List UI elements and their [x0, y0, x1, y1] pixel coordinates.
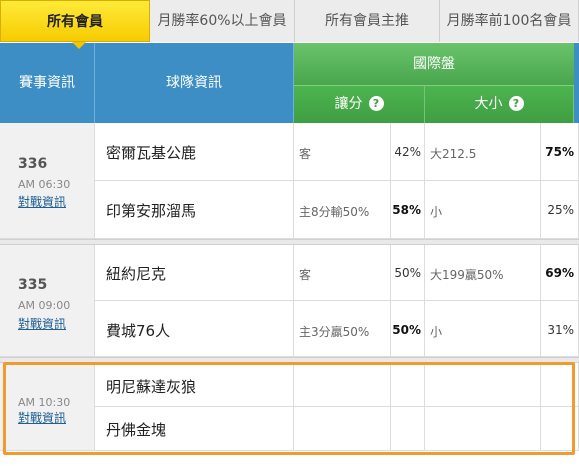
- home-team-name[interactable]: 印第安那溜馬: [106, 200, 196, 221]
- game-time: AM 09:00: [18, 299, 71, 312]
- spread-cell: [294, 407, 391, 451]
- spread-value: 客: [299, 268, 312, 282]
- total-pct-cell: [541, 407, 579, 451]
- tab-all-members[interactable]: 所有會員: [0, 0, 150, 42]
- spread-help-icon[interactable]: ?: [368, 96, 384, 111]
- spread-value: 客: [299, 147, 312, 161]
- total-help-icon[interactable]: ?: [508, 96, 524, 111]
- total-value: 大199贏50%: [430, 268, 504, 282]
- total-percentage: 31%: [547, 323, 574, 337]
- away-team-name[interactable]: 明尼蘇達灰狼: [106, 376, 196, 397]
- total-cell: [425, 363, 541, 407]
- total-value: 大212.5: [430, 147, 477, 161]
- total-pct-cell: [541, 363, 579, 407]
- game-number: 336: [18, 156, 48, 172]
- matchup-info-link[interactable]: 對戰資訊: [18, 315, 66, 332]
- spread-percentage: 42%: [394, 145, 421, 159]
- spread-value: 主3分贏50%: [299, 325, 370, 339]
- game-number: 335: [18, 277, 48, 293]
- spread-percentage: 50%: [392, 323, 421, 337]
- header-event-info: 賽事資訊: [0, 43, 95, 123]
- header-spread-label: 讓分: [334, 96, 363, 112]
- matchup-info-link[interactable]: 對戰資訊: [18, 193, 66, 210]
- home-team-name[interactable]: 費城76人: [106, 320, 170, 341]
- header-team-info: 球隊資訊: [95, 43, 294, 123]
- total-cell: [425, 301, 541, 357]
- away-team-name[interactable]: 密爾瓦基公鹿: [106, 142, 196, 163]
- total-percentage: 25%: [547, 203, 574, 217]
- tab-monthly-win-60[interactable]: 月勝率60%以上會員: [150, 0, 295, 42]
- total-cell: [425, 407, 541, 451]
- game-time: AM 06:30: [18, 178, 71, 191]
- header-spread: 讓分?: [294, 86, 425, 123]
- spread-pct-cell: [391, 363, 425, 407]
- tab-all-members-picks[interactable]: 所有會員主推: [295, 0, 440, 42]
- spread-pct-cell: [391, 407, 425, 451]
- header-overflow-edge: [574, 43, 579, 123]
- header-total-label: 大小: [474, 96, 503, 112]
- total-percentage: 69%: [545, 266, 574, 280]
- header-total: 大小?: [425, 86, 574, 123]
- away-team-name[interactable]: 紐約尼克: [106, 263, 166, 284]
- total-value: 小: [430, 325, 443, 339]
- matchup-info-link[interactable]: 對戰資訊: [18, 409, 66, 426]
- spread-cell: [294, 363, 391, 407]
- home-team-name[interactable]: 丹佛金塊: [106, 419, 166, 440]
- spread-percentage: 58%: [392, 203, 421, 217]
- header-international-odds: 國際盤: [294, 43, 574, 86]
- tab-monthly-top-100[interactable]: 月勝率前100名會員: [440, 0, 579, 42]
- game-time: AM 10:30: [18, 396, 71, 409]
- spread-value: 主8分輸50%: [299, 205, 370, 219]
- member-tabs: 所有會員 月勝率60%以上會員 所有會員主推 月勝率前100名會員: [0, 0, 579, 42]
- total-value: 小: [430, 205, 443, 219]
- active-tab-caret: [72, 42, 86, 49]
- total-cell: [425, 181, 541, 239]
- spread-percentage: 50%: [394, 266, 421, 280]
- total-percentage: 75%: [545, 145, 574, 159]
